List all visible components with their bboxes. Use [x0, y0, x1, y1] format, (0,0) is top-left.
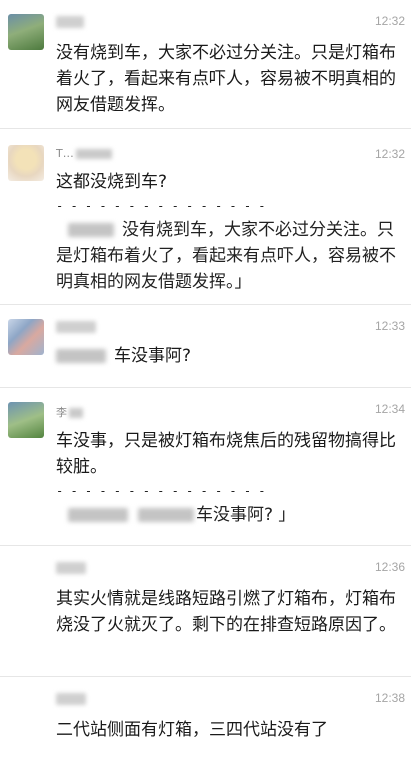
comment-item[interactable]: 12:33 车没事阿? [0, 305, 411, 388]
username-blurred[interactable] [56, 321, 96, 333]
comment-text: 二代站侧面有灯箱，三四代站没有了 [56, 720, 328, 740]
quoted-user-blurred [68, 223, 114, 237]
username[interactable]: 李 [56, 404, 83, 420]
avatar[interactable] [8, 319, 44, 355]
comment-time: 12:36 [374, 560, 405, 574]
username-blurred-part [69, 408, 83, 418]
username-blurred[interactable] [56, 693, 86, 705]
quoted-text: 车没事阿? 」 [56, 502, 403, 528]
quoted-mention-blurred [138, 508, 194, 522]
comment-time: 12:34 [374, 402, 405, 416]
username-blurred[interactable] [56, 16, 84, 28]
comment-text: 车没事阿? [114, 346, 192, 366]
comment-item[interactable]: 李 12:34 车没事，只是被灯箱布烧焦后的残留物搞得比较脏。 - - - - … [0, 388, 411, 546]
avatar[interactable] [8, 145, 44, 181]
comment-time: 12:32 [374, 14, 405, 28]
avatar[interactable] [8, 691, 44, 727]
comment-time: 12:32 [374, 147, 405, 161]
comment-text: 没有烧到车，大家不必过分关注。只是灯箱布着火了，看起来有点吓人，容易被不明真相的… [56, 43, 396, 115]
quote-separator: - - - - - - - - - - - - - - - [56, 199, 266, 213]
comment-item[interactable]: T… 12:32 这都没烧到车? - - - - - - - - - - - -… [0, 129, 411, 305]
comment-content: 这都没烧到车? - - - - - - - - - - - - - - - 没有… [56, 169, 403, 295]
comment-content: 车没事阿? [56, 343, 403, 369]
comment-content: 车没事，只是被灯箱布烧焦后的残留物搞得比较脏。 - - - - - - - - … [56, 428, 403, 528]
avatar[interactable] [8, 560, 44, 596]
comment-text: 车没事，只是被灯箱布烧焦后的残留物搞得比较脏。 [56, 431, 396, 477]
avatar[interactable] [8, 14, 44, 50]
quoted-user-blurred [68, 508, 128, 522]
comment-item[interactable]: 12:32 没有烧到车，大家不必过分关注。只是灯箱布着火了，看起来有点吓人，容易… [0, 0, 411, 129]
quoted-text: 没有烧到车，大家不必过分关注。只是灯箱布着火了，看起来有点吓人，容易被不明真相的… [56, 220, 396, 292]
mention-blurred [56, 349, 106, 363]
comment-text: 这都没烧到车? [56, 172, 168, 192]
comment-item[interactable]: 12:36 其实火情就是线路短路引燃了灯箱布，灯箱布烧没了火就灭了。剩下的在排查… [0, 546, 411, 677]
comment-time: 12:38 [374, 691, 405, 705]
quote-separator: - - - - - - - - - - - - - - - [56, 484, 266, 498]
comment-time: 12:33 [374, 319, 405, 333]
comment-item[interactable]: 12:38 二代站侧面有灯箱，三四代站没有了 [0, 677, 411, 766]
username[interactable]: T… [56, 147, 112, 160]
avatar[interactable] [8, 402, 44, 438]
username-blurred[interactable] [56, 562, 86, 574]
username-blurred-part [75, 149, 112, 159]
comment-text: 其实火情就是线路短路引燃了灯箱布，灯箱布烧没了火就灭了。剩下的在排查短路原因了。 [56, 589, 396, 635]
